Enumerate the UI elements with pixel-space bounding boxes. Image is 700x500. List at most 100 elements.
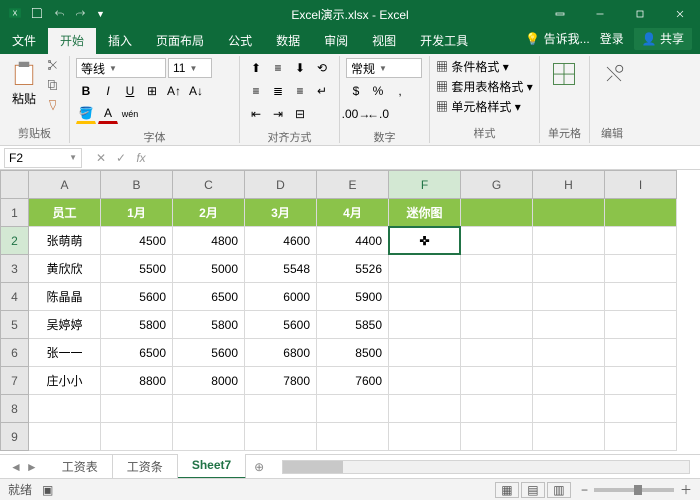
cell[interactable] [317, 423, 389, 451]
cell[interactable] [317, 395, 389, 423]
sheet-tab[interactable]: 工资表 [48, 454, 113, 479]
cell[interactable]: 6500 [173, 283, 245, 311]
fx-icon[interactable]: fx [132, 151, 150, 165]
cell[interactable] [461, 311, 533, 339]
undo-icon[interactable] [52, 6, 66, 23]
cell[interactable] [389, 283, 461, 311]
row-header[interactable]: 1 [1, 199, 29, 227]
row-header[interactable]: 3 [1, 255, 29, 283]
cell[interactable] [533, 255, 605, 283]
cell[interactable] [605, 367, 677, 395]
data-header[interactable]: 1月 [101, 199, 173, 227]
cell-styles-button[interactable]: ▦ 单元格样式 ▾ [436, 98, 533, 115]
menu-tab-0[interactable]: 文件 [0, 27, 48, 54]
minimize-icon[interactable] [580, 0, 620, 28]
cell[interactable] [245, 423, 317, 451]
cell[interactable]: 6500 [101, 339, 173, 367]
cell[interactable] [533, 283, 605, 311]
row-header[interactable]: 2 [1, 227, 29, 255]
cell[interactable]: 庄小小 [29, 367, 101, 395]
conditional-format-button[interactable]: ▦ 条件格式 ▾ [436, 58, 533, 75]
cell[interactable] [461, 423, 533, 451]
editing-button[interactable] [596, 58, 632, 90]
maximize-icon[interactable] [620, 0, 660, 28]
cell[interactable]: 5548 [245, 255, 317, 283]
font-name-combo[interactable]: 等线▼ [76, 58, 166, 78]
cell[interactable]: 7800 [245, 367, 317, 395]
normal-view-icon[interactable]: ▦ [495, 482, 519, 498]
cell[interactable] [29, 395, 101, 423]
zoom-in-icon[interactable]: ＋ [680, 481, 692, 498]
share-button[interactable]: 👤 共享 [634, 27, 692, 50]
table-format-button[interactable]: ▦ 套用表格格式 ▾ [436, 78, 533, 95]
cell[interactable] [533, 395, 605, 423]
row-header[interactable]: 6 [1, 339, 29, 367]
number-format-combo[interactable]: 常规▼ [346, 58, 422, 78]
cell[interactable]: 4400 [317, 227, 389, 255]
align-left-icon[interactable]: ≡ [246, 81, 266, 101]
italic-button[interactable]: I [98, 81, 118, 101]
data-header[interactable]: 2月 [173, 199, 245, 227]
row-header[interactable]: 7 [1, 367, 29, 395]
tab-nav-prev-icon[interactable]: ◄ [10, 460, 22, 474]
cell[interactable]: 4500 [101, 227, 173, 255]
font-size-combo[interactable]: 11▼ [168, 58, 212, 78]
zoom-slider[interactable] [594, 488, 674, 492]
column-header[interactable]: I [605, 171, 677, 199]
cell[interactable] [605, 339, 677, 367]
row-header[interactable]: 4 [1, 283, 29, 311]
close-icon[interactable] [660, 0, 700, 28]
menu-tab-2[interactable]: 插入 [96, 27, 144, 54]
font-color-button[interactable]: A [98, 104, 118, 124]
menu-tab-1[interactable]: 开始 [48, 27, 96, 54]
cell[interactable]: 4600 [245, 227, 317, 255]
cell[interactable] [29, 423, 101, 451]
cell[interactable]: 6000 [245, 283, 317, 311]
sheet-tab[interactable]: 工资条 [113, 454, 178, 479]
decrease-indent-icon[interactable]: ⇤ [246, 104, 266, 124]
column-header[interactable]: F [389, 171, 461, 199]
row-header[interactable]: 8 [1, 395, 29, 423]
column-header[interactable]: A [29, 171, 101, 199]
cell[interactable]: 黄欣欣 [29, 255, 101, 283]
cell[interactable] [533, 339, 605, 367]
decrease-decimal-icon[interactable]: ←.0 [368, 104, 388, 124]
login-link[interactable]: 登录 [600, 30, 624, 47]
cell[interactable]: 4800 [173, 227, 245, 255]
cut-icon[interactable] [46, 58, 60, 75]
cell[interactable] [605, 311, 677, 339]
phonetic-button[interactable]: wén [120, 104, 140, 124]
cell[interactable]: 6800 [245, 339, 317, 367]
worksheet-grid[interactable]: ABCDEFGHI1员工1月2月3月4月迷你图2张萌萌4500480046004… [0, 170, 700, 454]
tab-nav-next-icon[interactable]: ► [26, 460, 38, 474]
fill-color-button[interactable]: 🪣 [76, 104, 96, 124]
align-center-icon[interactable]: ≣ [268, 81, 288, 101]
cell[interactable] [101, 395, 173, 423]
cell[interactable] [389, 423, 461, 451]
menu-tab-4[interactable]: 公式 [216, 27, 264, 54]
cell[interactable]: 陈晶晶 [29, 283, 101, 311]
cell[interactable]: 8500 [317, 339, 389, 367]
select-all-corner[interactable] [1, 171, 29, 199]
cell[interactable]: 5850 [317, 311, 389, 339]
orientation-icon[interactable]: ⟲ [312, 58, 332, 78]
cell[interactable] [533, 423, 605, 451]
cell[interactable] [389, 395, 461, 423]
menu-tab-5[interactable]: 数据 [264, 27, 312, 54]
cell[interactable]: 5800 [173, 311, 245, 339]
sheet-tab[interactable]: Sheet7 [178, 454, 246, 479]
cell[interactable] [533, 367, 605, 395]
cell[interactable]: 8800 [101, 367, 173, 395]
enter-formula-icon[interactable]: ✓ [112, 151, 130, 165]
cell[interactable] [461, 367, 533, 395]
formula-input[interactable] [156, 148, 700, 168]
format-painter-icon[interactable] [46, 98, 60, 115]
row-header[interactable]: 9 [1, 423, 29, 451]
cell[interactable] [101, 423, 173, 451]
merge-button[interactable]: ⊟ [290, 104, 310, 124]
cell[interactable] [605, 199, 677, 227]
align-right-icon[interactable]: ≡ [290, 81, 310, 101]
increase-decimal-icon[interactable]: .00→ [346, 104, 366, 124]
align-middle-icon[interactable]: ≡ [268, 58, 288, 78]
comma-icon[interactable]: , [390, 81, 410, 101]
